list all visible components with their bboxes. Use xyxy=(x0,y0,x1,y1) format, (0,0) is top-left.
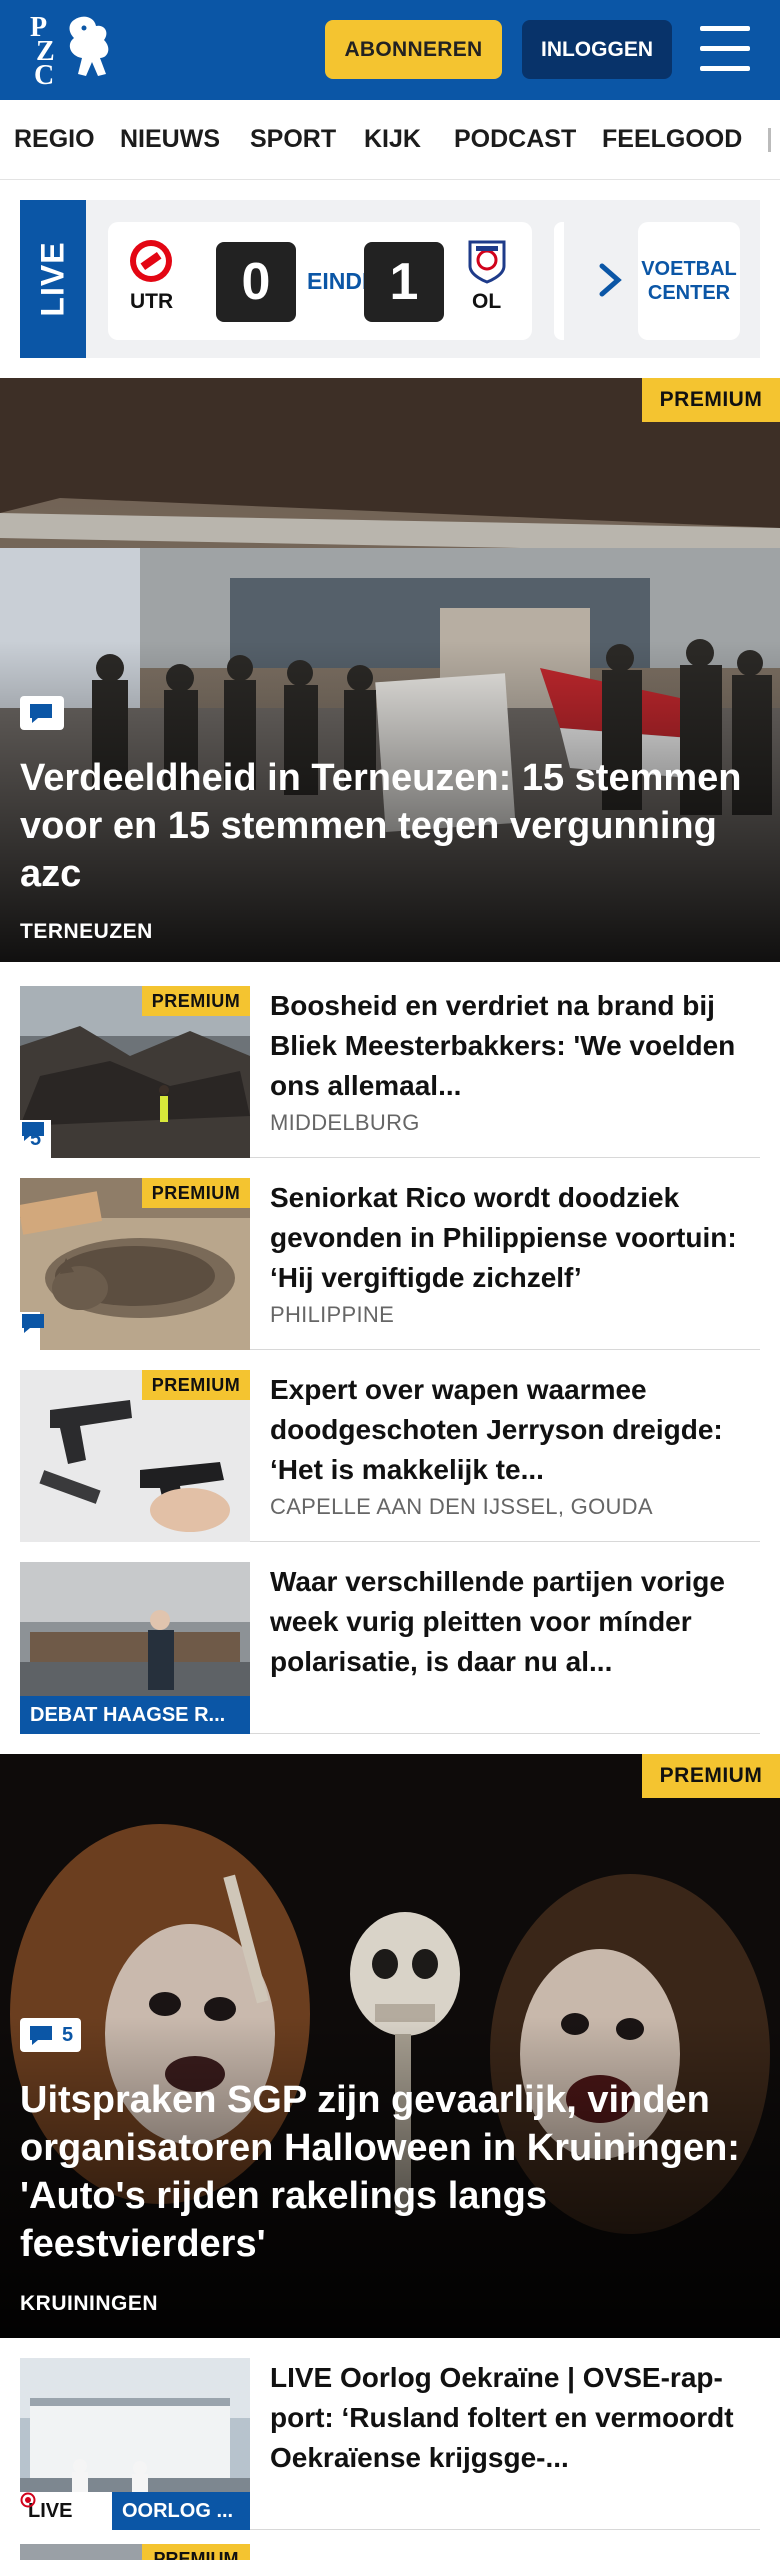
article-thumbnail[interactable]: DEBAT HAAGSE R... xyxy=(20,1562,250,1734)
away-score: 1 xyxy=(364,242,444,322)
article-headline[interactable]: Waar verschillende partijen vorige week … xyxy=(270,1562,760,1682)
comments-badge[interactable] xyxy=(20,696,64,730)
live-tag-label: LIVE xyxy=(34,241,71,317)
hero-article-kruiningen[interactable]: PREMIUM 5 Uitspraken SGP zijn gevaarlijk… xyxy=(0,1754,780,2338)
next-match-card-edge[interactable] xyxy=(554,222,564,340)
list-item[interactable]: PREMIUM Seniorkat Rico wordt doodziek ge… xyxy=(20,1158,760,1350)
live-scores-widget: LIVE UTR 0 EINDE 1 OL VOETBAL CENTER xyxy=(20,200,760,358)
nav-item-regio[interactable]: REGIO xyxy=(14,125,95,154)
hero-headline[interactable]: Uitspraken SGP zijn gevaarlijk, vinden o… xyxy=(20,2076,760,2268)
comment-count: 5 xyxy=(62,2023,74,2046)
list-item[interactable]: LIVE OORLOG ... LIVE Oorlog Oekraïne | O… xyxy=(20,2338,760,2530)
comments-badge[interactable]: 5 xyxy=(20,1120,52,1158)
category-label[interactable]: DEBAT HAAGSE R... xyxy=(20,1696,250,1734)
list-item[interactable]: PREMIUM 5 Boosheid en verdriet na brand … xyxy=(20,966,760,1158)
comments-badge[interactable] xyxy=(20,1312,44,1350)
live-dot-icon xyxy=(20,2492,36,2508)
article-location: MIDDELBURG xyxy=(270,1110,420,1135)
article-thumbnail[interactable]: LIVE OORLOG ... xyxy=(20,2358,250,2530)
live-indicator: LIVE xyxy=(20,2492,112,2530)
article-location: PHILIPPINE xyxy=(270,1302,395,1327)
hero-headline[interactable]: Verdeeldheid in Terneuzen: 15 stemmen vo… xyxy=(20,754,760,898)
premium-badge: PREMIUM xyxy=(642,378,780,422)
article-thumbnail[interactable]: PREMIUM 5 xyxy=(20,986,250,1158)
hamburger-menu-icon[interactable] xyxy=(700,26,750,72)
nav-overflow-indicator xyxy=(768,128,771,152)
away-team-name: OL xyxy=(472,290,502,313)
pzc-logo[interactable]: P Z C xyxy=(30,14,114,90)
article-headline[interactable]: Expert over wapen waarmee doodgeschoten … xyxy=(270,1370,760,1490)
voetbal-center-link[interactable]: VOETBAL CENTER xyxy=(638,222,740,340)
chevron-right-icon[interactable] xyxy=(592,260,628,300)
article-location: CAPELLE AAN DEN IJSSEL, GOUDA xyxy=(270,1494,653,1519)
site-header: P Z C ABONNEREN INLOGGEN xyxy=(0,0,780,100)
subscribe-button[interactable]: ABONNEREN xyxy=(325,20,502,79)
article-headline[interactable]: LIVE Oorlog Oekraïne | OVSE-rap­port: ‘R… xyxy=(270,2358,760,2478)
comment-bubble-icon xyxy=(30,704,52,723)
list-item[interactable]: DEBAT HAAGSE R... Waar verschillende par… xyxy=(20,1542,760,1734)
home-score: 0 xyxy=(216,242,296,322)
nav-item-sport[interactable]: SPORT xyxy=(250,125,336,154)
login-button[interactable]: INLOGGEN xyxy=(522,20,672,79)
nav-item-nieuws[interactable]: NIEUWS xyxy=(120,125,220,154)
fc-utrecht-logo-icon xyxy=(130,240,172,282)
article-thumbnail[interactable]: PREMIUM xyxy=(20,1370,250,1542)
hero-location: KRUININGEN xyxy=(20,2292,159,2315)
premium-badge: PREMIUM xyxy=(142,986,250,1016)
article-headline[interactable]: Seniorkat Rico wordt doodziek gevonden i… xyxy=(270,1178,760,1298)
section-nav: REGIO NIEUWS SPORT KIJK PODCAST FEELGOOD xyxy=(0,100,780,180)
nav-item-feelgood[interactable]: FEELGOOD xyxy=(602,125,742,154)
premium-badge: PREMIUM xyxy=(642,1754,780,1798)
lion-icon xyxy=(69,16,109,76)
article-thumbnail[interactable]: PREMIUM xyxy=(20,1178,250,1350)
list-item[interactable]: PREMIUM Expert over wapen waarmee doodge… xyxy=(20,1350,760,1542)
logo-letter: C xyxy=(34,60,55,91)
nav-item-kijk[interactable]: KIJK xyxy=(364,125,421,154)
home-team-name: UTR xyxy=(130,290,174,313)
premium-badge: PREMIUM xyxy=(142,1178,250,1208)
comment-bubble-icon xyxy=(22,1314,44,1333)
article-headline[interactable]: Boosheid en verdriet na brand bij Bliek … xyxy=(270,986,760,1106)
hero-location: TERNEUZEN xyxy=(20,920,153,943)
comments-badge[interactable]: 5 xyxy=(20,2018,82,2052)
nav-item-podcast[interactable]: PODCAST xyxy=(454,125,576,154)
comment-bubble-icon xyxy=(30,2026,52,2045)
premium-badge: PREMIUM xyxy=(142,1370,250,1400)
hero-article-terneuzen[interactable]: PREMIUM Verdeeldheid in Terneuzen: 15 st… xyxy=(0,378,780,962)
live-tag: LIVE xyxy=(20,200,86,358)
match-card[interactable]: UTR 0 EINDE 1 OL xyxy=(108,222,532,340)
olympique-lyonnais-logo-icon xyxy=(468,240,506,284)
comment-bubble-icon xyxy=(22,1122,44,1141)
category-label[interactable]: OORLOG ... xyxy=(112,2492,250,2530)
list-item[interactable]: PREMIUM xyxy=(20,2544,760,2560)
premium-badge: PREMIUM xyxy=(142,2544,250,2560)
